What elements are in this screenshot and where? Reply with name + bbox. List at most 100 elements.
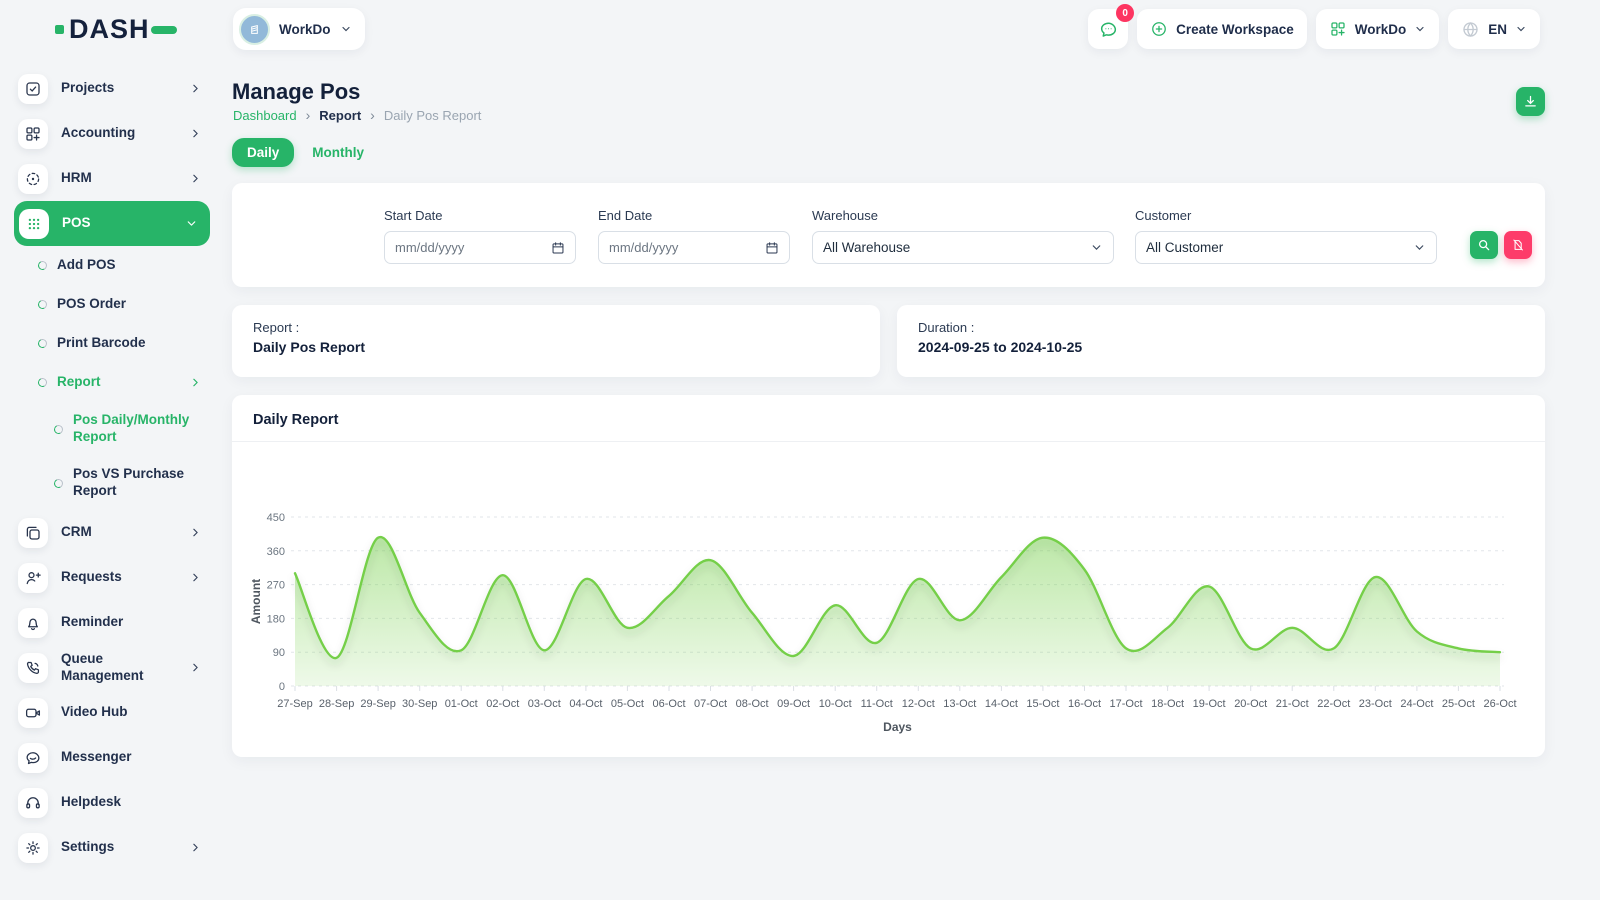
chevron-right-icon (189, 376, 202, 389)
sidebar-item-video-hub[interactable]: Video Hub (14, 690, 210, 735)
x-axis-label: 09-Oct (777, 698, 810, 710)
sidebar-item-hrm[interactable]: HRM (14, 156, 210, 201)
warehouse-select[interactable]: All Warehouse (812, 231, 1114, 264)
sidebar-item-pos[interactable]: POS (14, 201, 210, 246)
chevron-down-icon (1413, 241, 1426, 254)
y-axis-tick: 180 (267, 613, 285, 625)
chevron-right-icon (189, 841, 202, 854)
sidebar-item-helpdesk[interactable]: Helpdesk (14, 780, 210, 825)
start-date-group: Start Date mm/dd/yyyy (384, 208, 576, 264)
x-axis-label: 05-Oct (611, 698, 644, 710)
sidebar-item-report[interactable]: Report (14, 363, 210, 402)
circle-bullet-icon (53, 423, 64, 434)
x-axis-label: 14-Oct (985, 698, 1018, 710)
sidebar-item-queue-management[interactable]: Queue Management (14, 645, 210, 690)
x-axis-label: 11-Oct (861, 698, 893, 710)
chat-icon (18, 743, 48, 773)
sidebar-item-requests[interactable]: Requests (14, 555, 210, 600)
start-date-placeholder: mm/dd/yyyy (395, 240, 464, 255)
x-axis-label: 28-Sep (319, 698, 354, 710)
chevron-right-icon (189, 571, 202, 584)
summary-cards: Report : Daily Pos Report Duration : 202… (232, 305, 1545, 377)
sidebar-item-label: Pos Daily/Monthly Report (73, 412, 195, 446)
calendar-icon[interactable] (551, 241, 565, 255)
sidebar-item-crm[interactable]: CRM (14, 510, 210, 555)
sidebar-item-label: Queue Management (61, 651, 189, 685)
sidebar-item-projects[interactable]: Projects (14, 66, 210, 111)
sidebar-item-add-pos[interactable]: Add POS (14, 246, 210, 285)
breadcrumb-report[interactable]: Report (319, 108, 361, 123)
sidebar-nav: Projects Accounting HRM POS Add POS POS Order… (14, 66, 210, 870)
sidebar-item-pos-vs-purchase-report[interactable]: Pos VS Purchase Report (14, 456, 210, 510)
start-date-input[interactable]: mm/dd/yyyy (384, 231, 576, 264)
report-card-value: Daily Pos Report (253, 339, 859, 355)
y-axis-tick: 270 (267, 580, 285, 592)
breadcrumb-separator: › (306, 107, 311, 123)
area-chart: 09018027036045027-Sep28-Sep29-Sep30-Sep0… (246, 451, 1531, 741)
tab-daily[interactable]: Daily (232, 138, 294, 167)
report-period-tabs: Daily Monthly (232, 138, 368, 167)
y-axis-title: Amount (249, 579, 263, 624)
chart-canvas: 09018027036045027-Sep28-Sep29-Sep30-Sep0… (246, 451, 1531, 736)
duration-card-label: Duration : (918, 320, 1524, 335)
sidebar-item-messenger[interactable]: Messenger (14, 735, 210, 780)
end-date-label: End Date (598, 208, 790, 223)
sidebar-item-label: POS (62, 215, 91, 232)
sidebar-item-label: Helpdesk (61, 794, 121, 811)
sidebar-item-label: HRM (61, 170, 92, 187)
circle-bullet-icon (53, 477, 64, 488)
sidebar-item-label: Messenger (61, 749, 132, 766)
customer-selected-value: All Customer (1146, 240, 1223, 255)
x-axis-label: 25-Oct (1442, 698, 1475, 710)
reset-filter-button[interactable] (1504, 231, 1532, 259)
search-icon (1477, 238, 1491, 252)
app-logo[interactable]: DASH (55, 16, 177, 43)
y-axis-tick: 90 (273, 647, 285, 659)
chevron-right-icon (189, 82, 202, 95)
search-button[interactable] (1470, 231, 1498, 259)
sidebar-item-pos-order[interactable]: POS Order (14, 285, 210, 324)
breadcrumb-dashboard[interactable]: Dashboard (233, 108, 297, 123)
customer-select[interactable]: All Customer (1135, 231, 1437, 264)
sidebar-item-reminder[interactable]: Reminder (14, 600, 210, 645)
warehouse-selected-value: All Warehouse (823, 240, 910, 255)
x-axis-label: 22-Oct (1317, 698, 1350, 710)
sidebar-item-label: Accounting (61, 125, 135, 142)
sidebar-item-accounting[interactable]: Accounting (14, 111, 210, 156)
chevron-down-icon (185, 217, 198, 230)
sidebar-item-print-barcode[interactable]: Print Barcode (14, 324, 210, 363)
calendar-icon[interactable] (765, 241, 779, 255)
download-icon (1523, 94, 1538, 109)
x-axis-label: 16-Oct (1068, 698, 1101, 710)
duration-card: Duration : 2024-09-25 to 2024-10-25 (897, 305, 1545, 377)
x-axis-label: 08-Oct (736, 698, 769, 710)
logo-accent-bar (151, 26, 177, 34)
user-plus-icon (18, 563, 48, 593)
chevron-right-icon (189, 661, 202, 674)
headset-icon (18, 788, 48, 818)
dots-grid-icon (19, 209, 49, 239)
warehouse-label: Warehouse (812, 208, 1114, 223)
x-axis-label: 02-Oct (486, 698, 519, 710)
duration-card-value: 2024-09-25 to 2024-10-25 (918, 339, 1524, 355)
sidebar-item-pos-daily-monthly-report[interactable]: Pos Daily/Monthly Report (14, 402, 210, 456)
chevron-right-icon (189, 172, 202, 185)
end-date-input[interactable]: mm/dd/yyyy (598, 231, 790, 264)
grid-plus-icon (18, 119, 48, 149)
sidebar-item-label: POS Order (57, 296, 126, 313)
chevron-down-icon (1090, 241, 1103, 254)
download-button[interactable] (1516, 87, 1545, 116)
report-card-label: Report : (253, 320, 859, 335)
x-axis-label: 27-Sep (277, 698, 312, 710)
sidebar-item-label: Requests (61, 569, 122, 586)
warehouse-group: Warehouse All Warehouse (812, 208, 1114, 264)
sidebar-item-label: Video Hub (61, 704, 128, 721)
copy-icon (18, 518, 48, 548)
sidebar-item-label: Report (57, 374, 101, 391)
sidebar-item-settings[interactable]: Settings (14, 825, 210, 870)
sidebar-item-label: Reminder (61, 614, 123, 631)
start-date-label: Start Date (384, 208, 576, 223)
logo-text: DASH (69, 16, 150, 43)
tab-monthly[interactable]: Monthly (308, 138, 368, 167)
y-axis-tick: 360 (267, 546, 285, 558)
